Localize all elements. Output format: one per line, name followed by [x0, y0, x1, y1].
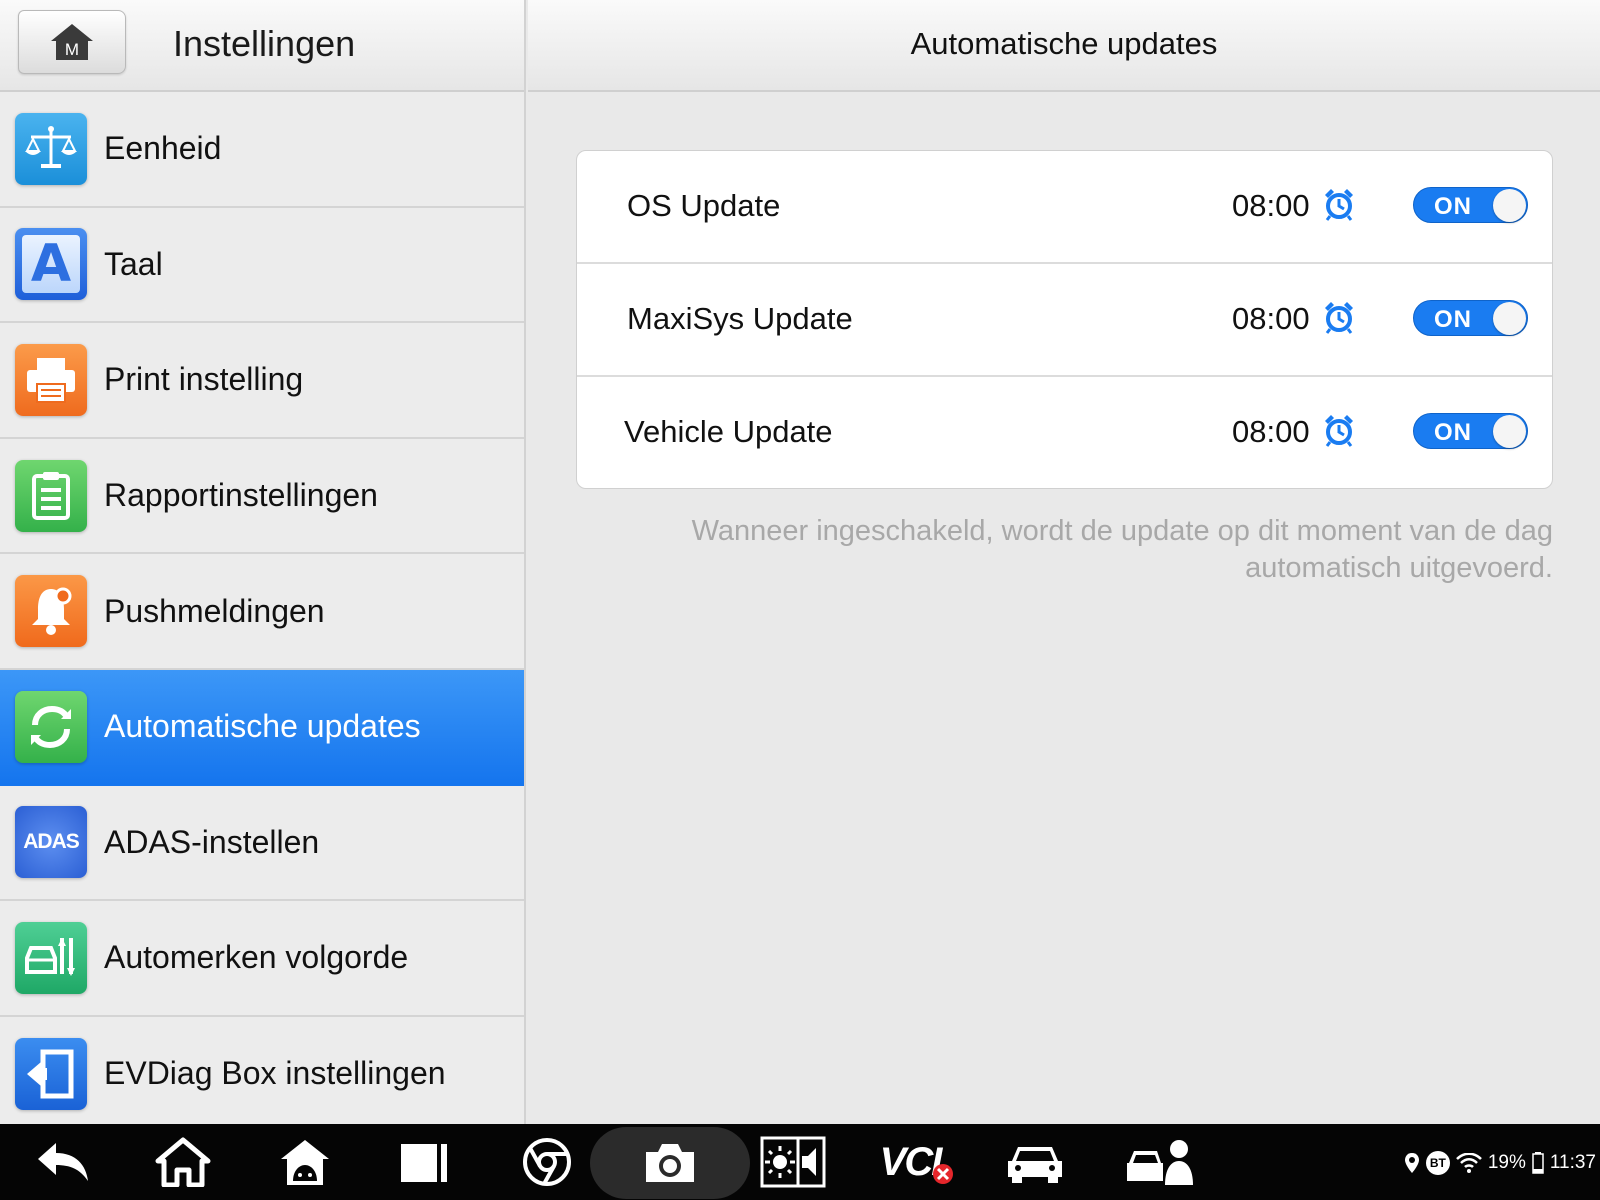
sidebar-item-label: Print instelling — [104, 361, 304, 398]
maxisys-update-row: MaxiSys Update 08:00 ON — [577, 264, 1552, 377]
recent-apps-icon — [401, 1144, 447, 1182]
vehicle-update-label: Vehicle Update — [624, 414, 833, 449]
settings-sidebar: M Instellingen Eenheid A Taal Print inst… — [0, 0, 526, 1124]
adas-icon: ADAS — [15, 806, 87, 879]
auto-update-card: OS Update 08:00 ON MaxiSys Update 08:00 … — [576, 150, 1553, 489]
bluetooth-icon: BT — [1425, 1151, 1450, 1175]
toggle-label: ON — [1434, 306, 1472, 333]
system-taskbar: VCI BT 19% 11:37 — [0, 1124, 1600, 1200]
car-sort-icon — [15, 921, 87, 994]
os-update-label: OS Update — [627, 188, 781, 223]
clock: 11:37 — [1549, 1152, 1596, 1173]
sidebar-item-rapport[interactable]: Rapportinstellingen — [0, 439, 524, 555]
clipboard-icon — [15, 459, 87, 532]
content-header: Automatische updates — [528, 0, 1600, 92]
alarm-clock-icon[interactable] — [1322, 187, 1356, 221]
alarm-clock-icon[interactable] — [1322, 413, 1356, 447]
sidebar-item-label: Pushmeldingen — [104, 592, 325, 629]
maxisys-update-time[interactable]: 08:00 — [1232, 301, 1310, 337]
brightness-volume-button[interactable] — [758, 1132, 828, 1192]
android-home-button[interactable] — [270, 1132, 340, 1192]
sidebar-item-label: ADAS-instellen — [104, 823, 320, 860]
vci-label: VCI — [879, 1139, 943, 1184]
evdiag-box-icon — [15, 1037, 87, 1110]
chrome-icon — [523, 1138, 571, 1186]
vehicle-button[interactable] — [1000, 1132, 1070, 1192]
home-button[interactable]: M — [18, 10, 126, 74]
car-icon — [1008, 1147, 1062, 1183]
language-icon-letter: A — [30, 234, 72, 295]
toggle-knob — [1493, 189, 1526, 222]
sidebar-item-evdiag[interactable]: EVDiag Box instellingen — [0, 1017, 524, 1124]
help-text: Wanneer ingeschakeld, wordt de update op… — [600, 513, 1553, 587]
car-technician-icon — [1127, 1140, 1193, 1185]
toggle-label: ON — [1434, 193, 1472, 220]
vci-disconnected-icon — [933, 1164, 954, 1184]
sidebar-item-label: Eenheid — [104, 130, 222, 167]
sidebar-item-eenheid[interactable]: Eenheid — [0, 92, 524, 208]
sidebar-item-adas[interactable]: ADAS ADAS-instellen — [0, 786, 524, 902]
os-update-toggle[interactable]: ON — [1413, 187, 1528, 223]
help-text-line-1: Wanneer ingeschakeld, wordt de update op… — [691, 515, 1553, 547]
alarm-clock-icon[interactable] — [1322, 300, 1356, 334]
os-update-time[interactable]: 08:00 — [1232, 188, 1310, 224]
scale-icon — [15, 112, 87, 185]
vci-button[interactable]: VCI — [872, 1132, 962, 1192]
brightness-volume-icon — [760, 1136, 826, 1188]
sidebar-item-print[interactable]: Print instelling — [0, 323, 524, 439]
page-title: Automatische updates — [910, 26, 1218, 61]
remote-support-button[interactable] — [1122, 1132, 1198, 1192]
browser-button[interactable] — [512, 1132, 582, 1192]
vehicle-update-toggle[interactable]: ON — [1413, 413, 1528, 449]
home-nav-button[interactable] — [148, 1132, 218, 1192]
toggle-label: ON — [1434, 419, 1472, 446]
home-letter: M — [65, 40, 79, 59]
back-button[interactable] — [28, 1132, 98, 1192]
sidebar-item-push[interactable]: Pushmeldingen — [0, 554, 524, 670]
toggle-knob — [1493, 302, 1526, 335]
bell-icon — [15, 575, 87, 648]
maxisys-update-toggle[interactable]: ON — [1413, 300, 1528, 336]
screenshot-button[interactable] — [590, 1127, 750, 1199]
sidebar-item-auto-updates[interactable]: Automatische updates — [0, 669, 524, 786]
language-icon: A — [15, 228, 87, 301]
vehicle-update-time[interactable]: 08:00 — [1232, 414, 1310, 450]
toggle-knob — [1493, 415, 1526, 448]
adas-icon-text: ADAS — [23, 830, 80, 854]
house-icon — [155, 1137, 211, 1187]
vehicle-update-row: Vehicle Update 08:00 ON — [577, 377, 1552, 488]
sidebar-header: M Instellingen — [0, 0, 524, 92]
battery-percent: 19% — [1487, 1152, 1526, 1173]
sidebar-item-label: Automerken volgorde — [104, 939, 409, 976]
camera-icon — [646, 1144, 694, 1182]
sidebar-item-label: Automatische updates — [104, 708, 421, 745]
sidebar-item-taal[interactable]: A Taal — [0, 208, 524, 324]
printer-icon — [15, 343, 87, 416]
sidebar-title: Instellingen — [173, 23, 356, 64]
maxisys-update-label: MaxiSys Update — [627, 301, 853, 336]
back-arrow-icon — [38, 1143, 88, 1181]
status-bar: BT 19% 11:37 — [1404, 1146, 1596, 1180]
android-house-icon — [281, 1140, 329, 1185]
recent-apps-button[interactable] — [390, 1132, 460, 1192]
sync-icon — [15, 690, 87, 763]
sidebar-item-automerken[interactable]: Automerken volgorde — [0, 901, 524, 1017]
os-update-row: OS Update 08:00 ON — [577, 151, 1552, 264]
battery-icon — [1532, 1152, 1544, 1174]
help-text-line-2: automatisch uitgevoerd. — [1245, 552, 1553, 584]
home-m-icon: M — [51, 24, 93, 60]
sidebar-item-label: Rapportinstellingen — [104, 477, 378, 514]
wifi-icon — [1455, 1153, 1482, 1173]
sidebar-item-label: Taal — [104, 245, 163, 282]
sidebar-item-label: EVDiag Box instellingen — [104, 1055, 446, 1092]
location-icon — [1404, 1153, 1419, 1173]
